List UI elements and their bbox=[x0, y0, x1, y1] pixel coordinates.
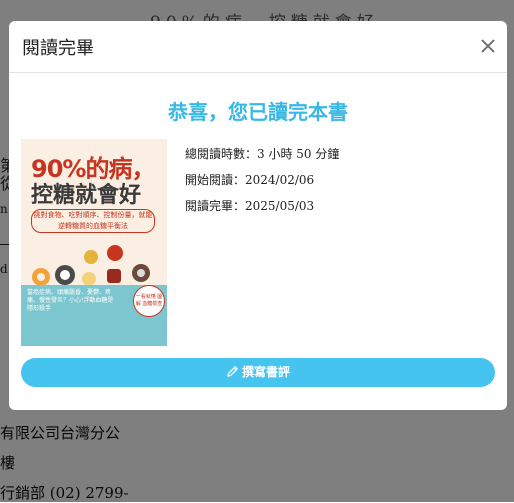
write-review-label: 撰寫書評 bbox=[241, 365, 290, 379]
book-cover: 90%的病， 控糖就會好 挑對食物、吃對順序、控制份量，就能逆轉糖質的血糖平衡法… bbox=[21, 139, 167, 346]
total-reading-time: 總閱讀時數：3 小時 50 分鐘 bbox=[185, 147, 340, 161]
cover-title-line2: 控糖就會好 bbox=[31, 183, 142, 208]
reading-stats: 總閱讀時數：3 小時 50 分鐘 開始閱讀：2024/02/06 閱讀完畢：20… bbox=[185, 146, 339, 224]
pencil-icon bbox=[227, 366, 238, 377]
cover-badge: 一看就懂 圖解 血糖檢查 bbox=[133, 285, 165, 317]
cover-food-illustration bbox=[32, 245, 150, 286]
cover-band-text: 當癌症病、頭痛腦昏、憂鬱、疼痛、慢性發炎？小心!浮動血糖是隱形殺手 bbox=[27, 289, 114, 312]
close-icon[interactable] bbox=[479, 37, 497, 55]
cover-band: 當癌症病、頭痛腦昏、憂鬱、疼痛、慢性發炎？小心!浮動血糖是隱形殺手 一看就懂 圖… bbox=[21, 285, 167, 346]
start-date: 開始閱讀：2024/02/06 bbox=[185, 173, 315, 187]
dialog-title: 閱讀完畢 bbox=[22, 38, 94, 59]
dialog-header: 閱讀完畢 bbox=[9, 21, 507, 73]
write-review-button[interactable]: 撰寫書評 bbox=[21, 358, 495, 387]
reading-complete-dialog: 閱讀完畢 恭喜，您已讀完本書 90%的病， 控糖就會好 挑對食物、吃對順序、控制… bbox=[9, 21, 507, 410]
congrats-headline: 恭喜，您已讀完本書 bbox=[168, 100, 348, 124]
finish-date: 閱讀完畢：2025/05/03 bbox=[185, 199, 315, 213]
cover-subtitle: 挑對食物、吃對順序、控制份量，就能逆轉糖質的血糖平衡法 bbox=[31, 209, 155, 233]
cover-badge-text: 一看就懂 圖解 血糖檢查 bbox=[135, 294, 163, 307]
